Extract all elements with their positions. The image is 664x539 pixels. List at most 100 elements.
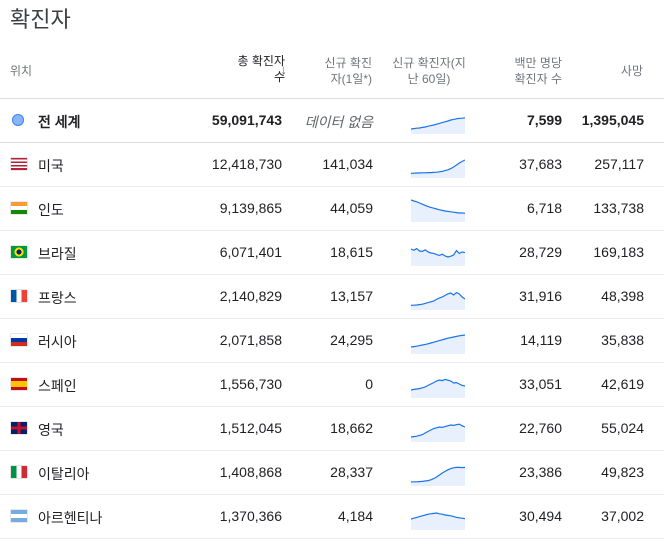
trend-area (411, 292, 465, 310)
new-cases-value: 44,059 (330, 200, 373, 216)
location-name: 러시아 (38, 334, 77, 350)
new-cases-value: 24,295 (330, 332, 373, 348)
india-flag-icon (11, 202, 27, 214)
cases-per-million-value: 37,683 (519, 156, 562, 172)
total-cases-value: 1,512,045 (219, 420, 282, 436)
trend-area (411, 335, 465, 354)
header-new-cases[interactable]: 신규 확진 자(1일*) (300, 55, 373, 87)
deaths-value: 48,398 (601, 288, 644, 304)
spain-flag-icon (11, 378, 27, 390)
trend-sparkline (411, 159, 465, 178)
france-flag-icon (11, 290, 27, 302)
deaths-value: 42,619 (601, 376, 644, 392)
deaths-value: 35,838 (601, 332, 644, 348)
new-cases-value: 141,034 (322, 156, 373, 172)
new-cases-value: 13,157 (330, 288, 373, 304)
table-row[interactable]: 이탈리아 1,408,868 28,337 23,386 49,823 (0, 451, 664, 495)
cases-per-million-value: 23,386 (519, 464, 562, 480)
argentina-flag-icon (11, 510, 27, 522)
deaths-value: 1,395,045 (581, 112, 644, 128)
trend-area (411, 160, 465, 178)
deaths-value: 49,823 (601, 464, 644, 480)
cases-per-million-value: 28,729 (519, 244, 562, 260)
new-cases-value: 18,615 (330, 244, 373, 260)
location-name: 전 세계 (38, 114, 81, 130)
trend-sparkline (411, 117, 465, 134)
table-row[interactable]: 브라질 6,071,401 18,615 28,729 169,183 (0, 231, 664, 275)
new-cases-value: 0 (365, 376, 373, 392)
total-cases-value: 9,139,865 (219, 200, 282, 216)
header-new-line2: 자(1일*) (330, 72, 372, 86)
cases-per-million-value: 14,119 (520, 332, 562, 348)
new-cases-value: 데이터 없음 (304, 114, 373, 130)
table-row[interactable]: 스페인 1,556,730 0 33,051 42,619 (0, 363, 664, 407)
header-total-cases[interactable]: 총 확진자 수 ↓ (200, 53, 288, 85)
location-name: 인도 (38, 202, 64, 218)
trend-sparkline (411, 512, 465, 530)
total-cases-value: 6,071,401 (219, 244, 282, 260)
new-cases-value: 28,337 (330, 464, 373, 480)
location-name: 브라질 (38, 246, 77, 262)
header-deaths[interactable]: 사망 (580, 63, 643, 79)
page-title: 확진자 (10, 7, 71, 32)
deaths-value: 133,738 (593, 200, 644, 216)
russia-flag-icon (11, 334, 27, 346)
trend-sparkline (411, 199, 465, 222)
location-name: 프랑스 (38, 290, 77, 306)
location-name: 이탈리아 (38, 466, 90, 482)
location-name: 스페인 (38, 378, 77, 394)
trend-sparkline (411, 334, 465, 354)
italy-flag-icon (11, 466, 27, 478)
header-permil-line2: 확진자 수 (514, 72, 563, 86)
table-row[interactable]: 아르헨티나 1,370,366 4,184 30,494 37,002 (0, 495, 664, 539)
globe-icon (12, 114, 24, 126)
new-cases-value: 18,662 (330, 420, 373, 436)
header-permil-line1: 백만 명당 (514, 56, 563, 70)
table-row[interactable]: 영국 1,512,045 18,662 22,760 55,024 (0, 407, 664, 451)
header-cases-per-million[interactable]: 백만 명당 확진자 수 (490, 55, 563, 87)
deaths-value: 37,002 (601, 508, 644, 524)
deaths-value: 55,024 (601, 420, 644, 436)
brazil-flag-icon (11, 246, 27, 258)
trend-sparkline (411, 378, 465, 398)
location-name: 아르헨티나 (38, 510, 103, 526)
table-row[interactable]: 러시아 2,071,858 24,295 14,119 35,838 (0, 319, 664, 363)
cases-per-million-value: 22,760 (519, 420, 562, 436)
total-cases-value: 12,418,730 (211, 156, 282, 172)
table-row[interactable]: 미국 12,418,730 141,034 37,683 257,117 (0, 143, 664, 187)
new-cases-value: 4,184 (337, 508, 373, 524)
table-row[interactable]: 인도 9,139,865 44,059 6,718 133,738 (0, 187, 664, 231)
header-trend-line1: 신규 확진자(지 (392, 56, 466, 70)
deaths-value: 169,183 (593, 244, 644, 260)
total-cases-value: 59,091,743 (211, 112, 282, 128)
location-name: 영국 (38, 422, 64, 438)
cases-per-million-value: 6,718 (526, 200, 562, 216)
sort-descending-icon: ↓ (280, 62, 288, 77)
total-cases-value: 1,408,868 (219, 464, 282, 480)
deaths-value: 257,117 (594, 156, 644, 172)
total-cases-value: 2,140,829 (219, 288, 282, 304)
location-name: 미국 (38, 158, 64, 174)
total-cases-value: 1,370,366 (219, 508, 282, 524)
header-trend: 신규 확진자(지 난 60일) (388, 55, 470, 87)
uk-flag-icon (11, 422, 27, 434)
total-cases-value: 1,556,730 (219, 376, 282, 392)
total-cases-value: 2,071,858 (219, 332, 282, 348)
header-new-line1: 신규 확진 (324, 56, 373, 70)
trend-area (411, 513, 465, 530)
table-header: 위치 총 확진자 수 ↓ 신규 확진 자(1일*) 신규 확진자(지 난 60일… (0, 50, 664, 99)
header-location[interactable]: 위치 (10, 63, 32, 79)
table-row[interactable]: 전 세계 59,091,743 데이터 없음 7,599 1,395,045 (0, 99, 664, 143)
trend-sparkline (411, 423, 465, 442)
table-row[interactable]: 프랑스 2,140,829 13,157 31,916 48,398 (0, 275, 664, 319)
trend-sparkline (411, 247, 465, 266)
header-trend-line2: 난 60일) (407, 72, 451, 86)
trend-sparkline (411, 291, 465, 310)
cases-per-million-value: 31,916 (519, 288, 562, 304)
cases-per-million-value: 7,599 (526, 112, 562, 128)
header-total-line1: 총 확진자 (237, 54, 286, 68)
trend-sparkline (411, 466, 465, 486)
us-flag-icon (11, 158, 27, 170)
cases-per-million-value: 33,051 (519, 376, 562, 392)
trend-area (411, 117, 465, 134)
